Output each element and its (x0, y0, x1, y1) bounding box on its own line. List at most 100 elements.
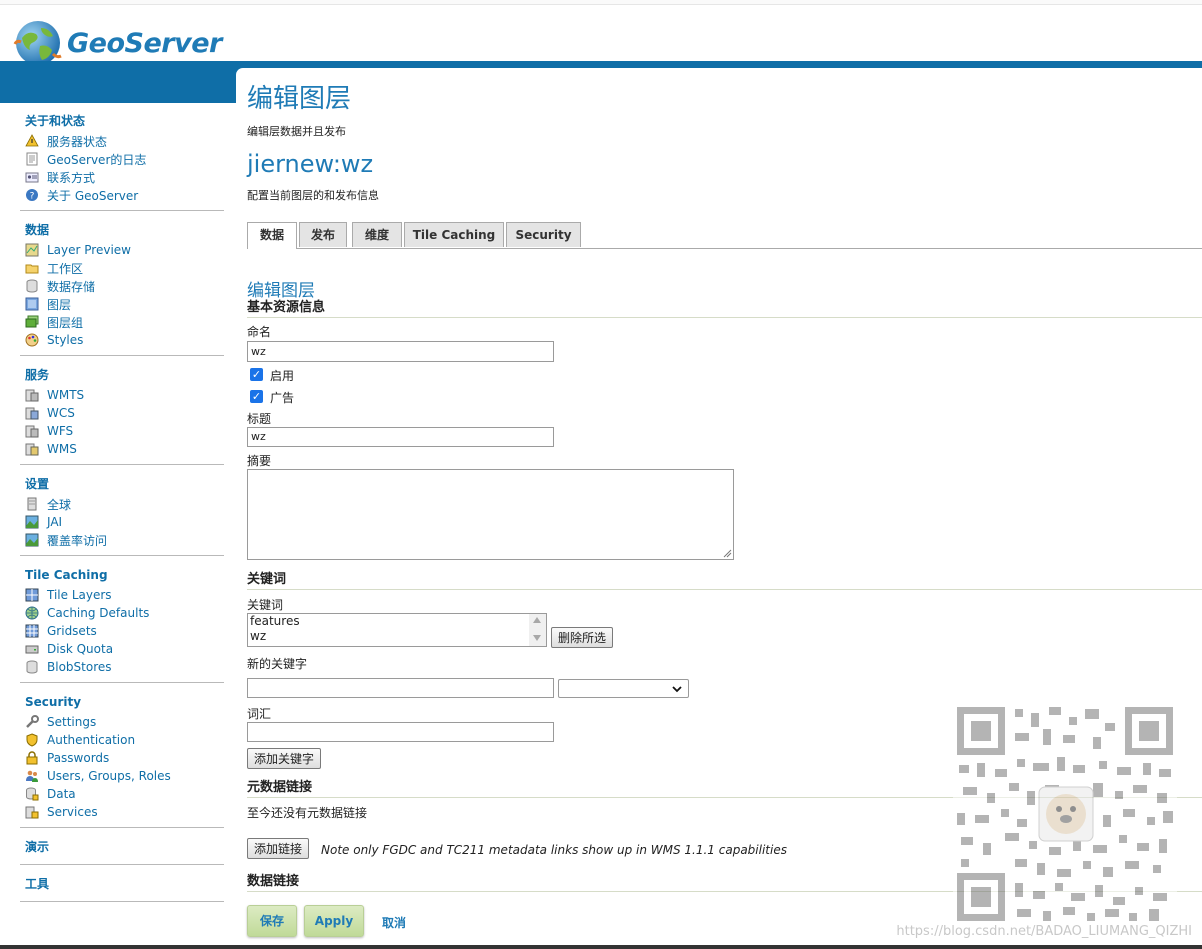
page-subtitle: 编辑层数据并且发布 (247, 125, 346, 138)
disk-icon (25, 642, 39, 656)
vocabulary-select[interactable] (558, 679, 689, 698)
nav-item-wmts[interactable]: WMTS (25, 386, 224, 404)
layer-icon (25, 297, 39, 311)
nav-label: WMTS (47, 388, 85, 402)
nav-label: Gridsets (47, 624, 97, 638)
nav-label: WMS (47, 442, 77, 456)
name-label: 命名 (247, 325, 272, 339)
save-button[interactable]: 保存 (247, 905, 297, 937)
nav-heading-services: 服务 (25, 368, 50, 382)
nav-item-authentication[interactable]: Authentication (25, 731, 224, 749)
title-label: 标题 (247, 412, 272, 426)
nav-item-blobstores[interactable]: BlobStores (25, 658, 224, 676)
nav-item-layer-groups[interactable]: 图层组 (25, 313, 224, 331)
remove-selected-button[interactable]: 删除所选 (551, 627, 614, 648)
nav-item-security-settings[interactable]: Settings (25, 713, 224, 731)
document-icon (25, 152, 39, 166)
nav-item-wcs[interactable]: WCS (25, 404, 224, 422)
nav-item-logs[interactable]: GeoServer的日志 (25, 150, 224, 168)
nav-label: 关于 GeoServer (47, 188, 139, 203)
keyword-item[interactable]: features (248, 614, 546, 629)
page-title: 编辑图层 (247, 84, 352, 114)
tab-security[interactable]: Security (506, 222, 581, 247)
brand-name: GeoServer (67, 27, 222, 59)
nav-label: WFS (47, 424, 74, 438)
nav-label: WCS (47, 406, 75, 420)
data-lock-icon (25, 787, 39, 801)
nav-item-layers[interactable]: 图层 (25, 295, 224, 313)
nav-heading-security: Security (25, 695, 82, 709)
header: GeoServer (0, 5, 1202, 65)
nav-item-wms[interactable]: WMS (25, 440, 224, 458)
nav-label: Disk Quota (47, 642, 114, 656)
nav-item-caching-defaults[interactable]: Caching Defaults (25, 604, 224, 622)
add-link-button[interactable]: 添加链接 (247, 838, 310, 859)
nav-section-data: 数据 Layer Preview 工作区 数据存储 图层 图层组 Styles (20, 219, 224, 356)
layer-name-heading: jiernew:wz (247, 150, 374, 178)
nav-label: Data (47, 787, 76, 801)
nav-item-about-geoserver[interactable]: ? 关于 GeoServer (25, 186, 224, 204)
palette-icon (25, 333, 39, 347)
vocabulary-input[interactable] (247, 722, 554, 742)
nav-item-demos[interactable]: 演示 (20, 836, 224, 865)
svg-text:?: ? (30, 192, 35, 202)
image-icon (25, 515, 39, 529)
apply-button[interactable]: Apply (304, 905, 364, 937)
nav-item-coverage-access[interactable]: 覆盖率访问 (25, 531, 224, 549)
nav-item-wfs[interactable]: WFS (25, 422, 224, 440)
name-input[interactable]: wz (247, 341, 554, 362)
nav-item-server-status[interactable]: 服务器状态 (25, 132, 224, 150)
nav-item-workspaces[interactable]: 工作区 (25, 259, 224, 277)
service-icon (25, 406, 39, 420)
metadata-empty-text: 至今还没有元数据链接 (247, 806, 368, 820)
listbox-scrollbar[interactable] (529, 614, 546, 646)
nav-label: 覆盖率访问 (47, 533, 108, 548)
enabled-label: 启用 (270, 369, 295, 383)
nav-label: 图层组 (47, 315, 84, 330)
nav-item-tools[interactable]: 工具 (20, 873, 224, 902)
chevron-down-icon (672, 686, 682, 693)
nav-item-jai[interactable]: JAI (25, 513, 224, 531)
scroll-down-icon[interactable] (533, 635, 541, 641)
tab-dimensions[interactable]: 维度 (352, 222, 402, 247)
shield-icon (25, 733, 39, 747)
nav-heading-settings: 设置 (25, 477, 50, 491)
nav-section-about: 关于和状态 服务器状态 GeoServer的日志 联系方式 ? 关于 GeoSer… (20, 110, 224, 211)
abstract-textarea[interactable] (247, 469, 734, 560)
enabled-checkbox[interactable]: ✓ (250, 368, 263, 381)
title-input[interactable]: wz (247, 427, 554, 447)
nav-item-gridsets[interactable]: Gridsets (25, 622, 224, 640)
nav-item-services-security[interactable]: Services (25, 803, 224, 821)
nav-item-styles[interactable]: Styles (25, 331, 224, 349)
nav-item-contact[interactable]: 联系方式 (25, 168, 224, 186)
scroll-up-icon[interactable] (533, 617, 541, 623)
main-content: 编辑图层 编辑层数据并且发布 jiernew:wz 配置当前图层的和发布信息 (247, 70, 1202, 214)
nav-item-data-security[interactable]: Data (25, 785, 224, 803)
qr-code-image (953, 703, 1177, 925)
add-keyword-button[interactable]: 添加关键字 (247, 748, 322, 769)
nav-item-stores[interactable]: 数据存储 (25, 277, 224, 295)
service-icon (25, 388, 39, 402)
nav-heading-about: 关于和状态 (25, 114, 86, 128)
tab-data[interactable]: 数据 (247, 222, 297, 249)
nav-label: Services (47, 805, 98, 819)
advertised-checkbox[interactable]: ✓ (250, 390, 263, 403)
keyword-item[interactable]: wz (248, 629, 546, 644)
cancel-link[interactable]: 取消 (382, 914, 406, 931)
tab-publishing[interactable]: 发布 (299, 222, 347, 247)
tab-tile-caching[interactable]: Tile Caching (404, 222, 504, 247)
nav-item-tile-layers[interactable]: Tile Layers (25, 586, 224, 604)
nav-label: Layer Preview (47, 243, 131, 257)
contact-card-icon (25, 170, 39, 184)
nav-item-global[interactable]: 全球 (25, 495, 224, 513)
nav-label: Authentication (47, 733, 136, 747)
image-icon (25, 533, 39, 547)
nav-item-users-groups-roles[interactable]: Users, Groups, Roles (25, 767, 224, 785)
resize-handle-icon[interactable] (723, 549, 732, 558)
nav-item-passwords[interactable]: Passwords (25, 749, 224, 767)
nav-item-disk-quota[interactable]: Disk Quota (25, 640, 224, 658)
keywords-listbox[interactable]: features wz (247, 613, 547, 647)
basic-info-section: 基本资源信息 (247, 300, 1202, 318)
nav-item-layer-preview[interactable]: Layer Preview (25, 241, 224, 259)
new-keyword-input[interactable] (247, 678, 554, 698)
